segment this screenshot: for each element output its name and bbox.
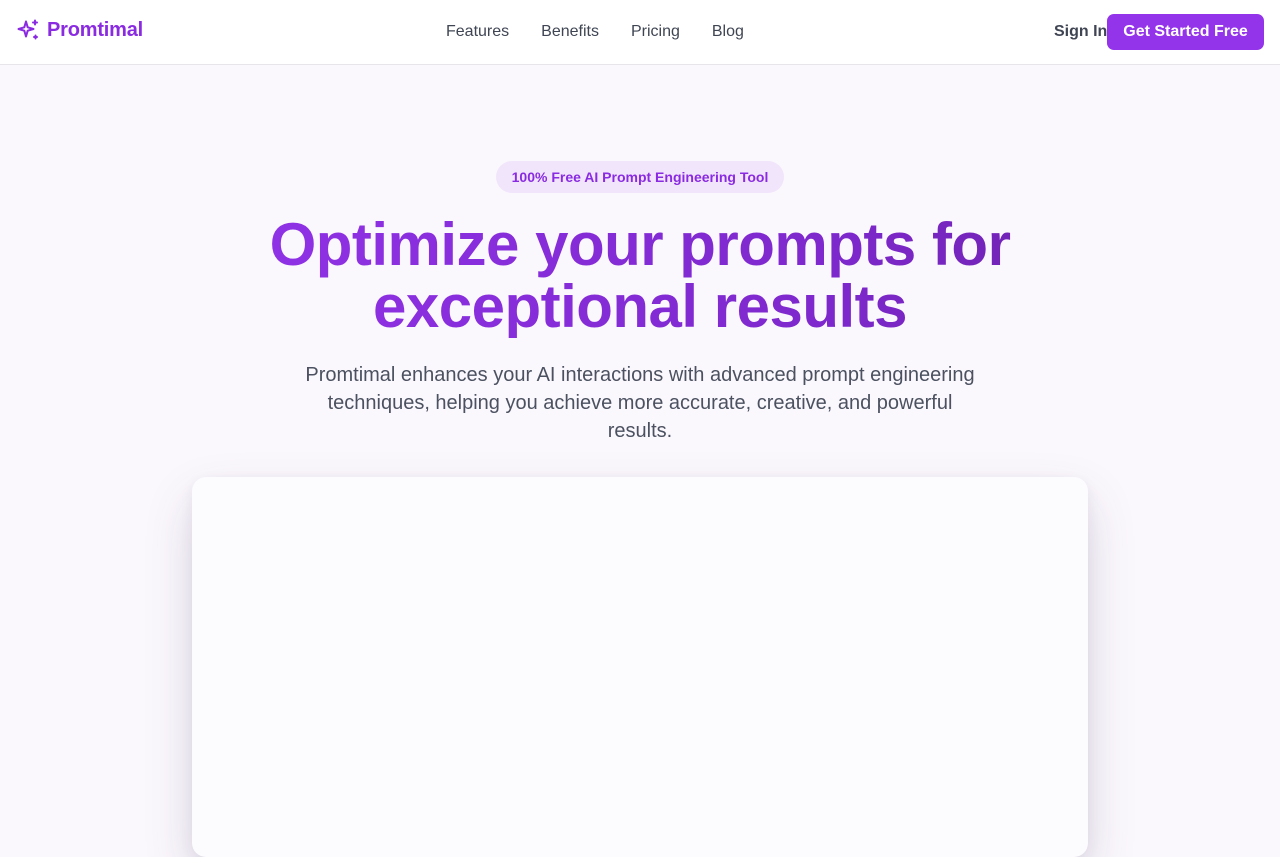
sign-in-link[interactable]: Sign In [1054, 21, 1107, 43]
brand-logo[interactable]: Promtimal [16, 18, 143, 42]
main-nav: Features Benefits Pricing Blog [446, 21, 744, 43]
product-preview-card [192, 477, 1088, 857]
hero-title-line-1: Optimize your prompts for [269, 211, 1011, 278]
nav-link-benefits[interactable]: Benefits [541, 21, 599, 43]
brand-name: Promtimal [47, 18, 144, 41]
top-navbar: Promtimal Features Benefits Pricing Blog… [0, 0, 1280, 65]
sparkles-icon [17, 19, 38, 40]
hero-badge: 100% Free AI Prompt Engineering Tool [496, 161, 784, 193]
hero-title: Optimize your prompts for exceptional re… [140, 214, 1140, 338]
nav-link-pricing[interactable]: Pricing [631, 21, 680, 43]
hero-title-line-2: exceptional results [372, 273, 908, 340]
nav-link-blog[interactable]: Blog [712, 21, 744, 43]
nav-link-features[interactable]: Features [446, 21, 509, 43]
get-started-button[interactable]: Get Started Free [1107, 14, 1264, 50]
hero-subtitle: Promtimal enhances your AI interactions … [305, 364, 975, 442]
